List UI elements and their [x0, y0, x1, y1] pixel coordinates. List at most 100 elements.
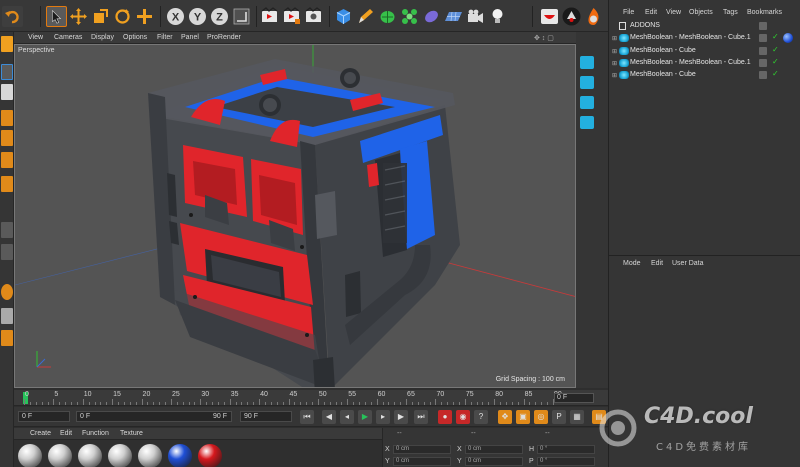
om-menu-file[interactable]: File: [623, 9, 634, 16]
object-row[interactable]: ⊞ MeshBoolean - MeshBoolean - Cube.1 ✓: [609, 57, 800, 69]
layout-icon[interactable]: [580, 56, 594, 69]
object-expander-icon[interactable]: ⊞: [612, 72, 617, 79]
keyframe-selection-icon[interactable]: ?: [474, 410, 488, 424]
floor-icon[interactable]: [443, 6, 464, 27]
om-menu-bookmarks[interactable]: Bookmarks: [747, 9, 782, 16]
lock-workplane-icon[interactable]: [1, 330, 13, 346]
deformer-icon[interactable]: [421, 6, 442, 27]
coord-pos-x-field[interactable]: 0 cm: [393, 445, 451, 454]
sci-fi-cube-model[interactable]: [148, 59, 460, 388]
3d-viewport[interactable]: Perspective Grid Spacing : 100 cm: [14, 44, 576, 388]
cube-icon[interactable]: [333, 6, 354, 27]
layout-4-icon[interactable]: [580, 116, 594, 129]
viewport-menu-options[interactable]: Options: [123, 34, 147, 41]
preview-range-slider[interactable]: 0 F 90 F: [76, 411, 232, 422]
next-frame-icon[interactable]: ▸: [376, 410, 390, 424]
play-icon[interactable]: ▶: [358, 410, 372, 424]
undo-icon[interactable]: [2, 6, 23, 27]
viewport-menu-panel[interactable]: Panel: [181, 34, 199, 41]
coord-size-x-field[interactable]: 0 cm: [465, 445, 523, 454]
render-view-icon[interactable]: [259, 6, 280, 27]
go-to-end-icon[interactable]: ⏭: [414, 410, 428, 424]
object-name[interactable]: ADDONS: [630, 22, 660, 29]
fire-icon[interactable]: [583, 6, 604, 27]
viewport-menu-cameras[interactable]: Cameras: [54, 34, 82, 41]
texture-mode-icon[interactable]: [1, 84, 13, 100]
object-name[interactable]: MeshBoolean - Cube: [630, 47, 696, 54]
rotate-icon[interactable]: [112, 6, 133, 27]
om-menu-edit[interactable]: Edit: [645, 9, 657, 16]
move-icon[interactable]: [68, 6, 89, 27]
viewport-menu-display[interactable]: Display: [91, 34, 114, 41]
y-axis-icon[interactable]: Y: [187, 6, 208, 27]
material-thumbnail[interactable]: [18, 444, 42, 467]
material-thumbnail[interactable]: [108, 444, 132, 467]
om-menu-tags[interactable]: Tags: [723, 9, 738, 16]
scale-icon[interactable]: [90, 6, 111, 27]
hat-icon[interactable]: [561, 6, 582, 27]
material-thumbnail[interactable]: [48, 444, 72, 467]
enable-check-icon[interactable]: ✓: [772, 57, 779, 66]
light-icon[interactable]: [487, 6, 508, 27]
record-icon[interactable]: ●: [438, 410, 452, 424]
enable-check-icon[interactable]: ✓: [772, 32, 779, 41]
render-settings-icon[interactable]: [303, 6, 324, 27]
viewport-menu-filter[interactable]: Filter: [157, 34, 173, 41]
timeline-ruler[interactable]: 051015202530354045505560657075808590: [14, 390, 608, 406]
visibility-toggle-icon[interactable]: [759, 58, 767, 67]
am-menu-user-data[interactable]: User Data: [672, 260, 704, 267]
am-menu-edit[interactable]: Edit: [651, 260, 663, 267]
coordinate-system-icon[interactable]: [231, 6, 252, 27]
autokey-icon[interactable]: ◉: [456, 410, 470, 424]
bowl-icon[interactable]: [539, 6, 560, 27]
material-menu-create[interactable]: Create: [30, 430, 51, 437]
key-position-icon[interactable]: ✥: [498, 410, 512, 424]
enable-check-icon[interactable]: ✓: [772, 69, 779, 78]
material-tag-icon[interactable]: [783, 33, 793, 44]
edges-mode-icon[interactable]: [1, 130, 13, 146]
om-menu-objects[interactable]: Objects: [689, 9, 713, 16]
layout-3-icon[interactable]: [580, 96, 594, 109]
model-mode-icon[interactable]: [1, 64, 13, 80]
select-arrow-icon[interactable]: [46, 6, 67, 27]
end-frame-field[interactable]: 90 F: [240, 411, 292, 422]
viewport-nav-icons[interactable]: ✥ ↕ ▢: [534, 34, 554, 42]
object-row[interactable]: ⊞ MeshBoolean - MeshBoolean - Cube.1 ✓: [609, 32, 800, 44]
workplane-icon[interactable]: [1, 308, 13, 324]
material-menu-function[interactable]: Function: [82, 430, 109, 437]
subdivision-icon[interactable]: [377, 6, 398, 27]
polygons-mode-icon[interactable]: [1, 152, 13, 168]
go-to-start-icon[interactable]: ⏮: [300, 410, 314, 424]
visibility-toggle-icon[interactable]: [759, 46, 767, 55]
points-mode-icon[interactable]: [1, 110, 13, 126]
array-icon[interactable]: [399, 6, 420, 27]
coord-pos-y-field[interactable]: 0 cm: [393, 457, 451, 466]
coord-rot-h-field[interactable]: 0 °: [537, 445, 595, 454]
pen-icon[interactable]: [355, 6, 376, 27]
material-thumbnail[interactable]: [168, 444, 192, 467]
axis-mode-icon[interactable]: [1, 222, 13, 238]
make-editable-icon[interactable]: [1, 36, 13, 52]
prev-frame-icon[interactable]: ◂: [340, 410, 354, 424]
enable-check-icon[interactable]: ✓: [772, 45, 779, 54]
key-pla-icon[interactable]: ▦: [570, 410, 584, 424]
camera-icon[interactable]: [465, 6, 486, 27]
z-axis-icon[interactable]: Z: [209, 6, 230, 27]
key-rotation-icon[interactable]: ◎: [534, 410, 548, 424]
key-scale-icon[interactable]: ▣: [516, 410, 530, 424]
am-menu-mode[interactable]: Mode: [623, 260, 641, 267]
material-thumbnail[interactable]: [198, 444, 222, 467]
timeline-end-frame-field[interactable]: 0 F: [554, 393, 594, 403]
object-name[interactable]: MeshBoolean - Cube: [630, 71, 696, 78]
render-picture-viewer-icon[interactable]: [281, 6, 302, 27]
tweak-mode-icon[interactable]: [1, 244, 13, 260]
material-thumbnail[interactable]: [78, 444, 102, 467]
viewport-menu-prorender[interactable]: ProRender: [207, 34, 241, 41]
layout-2-icon[interactable]: [580, 76, 594, 89]
material-thumbnail[interactable]: [138, 444, 162, 467]
coord-rot-p-field[interactable]: 0 °: [537, 457, 595, 466]
prev-key-icon[interactable]: ◀: [322, 410, 336, 424]
object-row[interactable]: ADDONS: [609, 20, 800, 32]
add-icon[interactable]: [134, 6, 155, 27]
object-name[interactable]: MeshBoolean - MeshBoolean - Cube.1: [630, 34, 751, 41]
